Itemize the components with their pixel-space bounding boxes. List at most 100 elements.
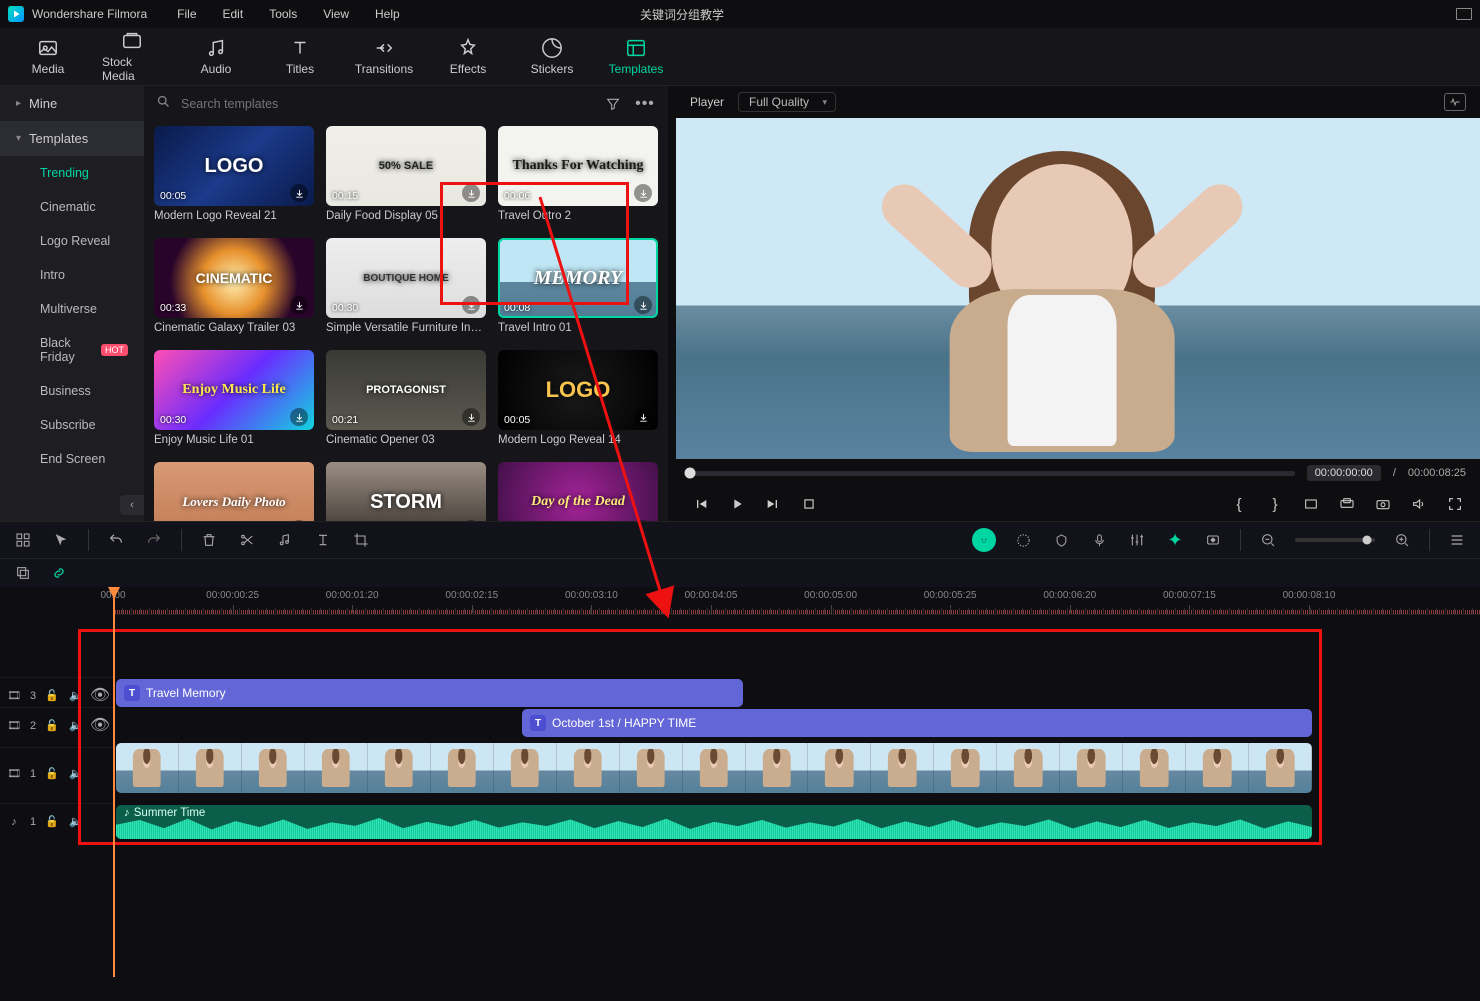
audio-edit-button[interactable] xyxy=(274,529,296,551)
fullscreen-button[interactable] xyxy=(1444,493,1466,515)
mixer-button[interactable] xyxy=(1126,529,1148,551)
redo-button[interactable] xyxy=(143,529,165,551)
mark-out-button[interactable]: } xyxy=(1264,493,1286,515)
template-card[interactable]: CINEMATIC00:33Cinematic Galaxy Trailer 0… xyxy=(154,238,314,344)
cat-end-screen[interactable]: End Screen xyxy=(0,442,144,476)
template-thumb[interactable]: CINEMATIC00:33 xyxy=(154,238,314,318)
text-edit-button[interactable] xyxy=(312,529,334,551)
preview-viewport[interactable] xyxy=(676,118,1480,459)
cat-multiverse[interactable]: Multiverse xyxy=(0,292,144,326)
template-card[interactable]: Enjoy Music Life00:30Enjoy Music Life 01 xyxy=(154,350,314,456)
template-thumb[interactable]: STORM00:29 xyxy=(326,462,486,521)
template-thumb[interactable]: LOGO00:05 xyxy=(498,350,658,430)
crop-button[interactable] xyxy=(350,529,372,551)
template-card[interactable]: PROTAGONIST00:21Cinematic Opener 03 xyxy=(326,350,486,456)
eye-v2[interactable]: 👁 xyxy=(88,707,112,743)
download-icon[interactable] xyxy=(290,408,308,426)
time-ruler[interactable]: 00:0000:00:00:2500:00:01:2000:00:02:1500… xyxy=(113,587,1480,615)
lock-icon[interactable]: 🔓 xyxy=(44,766,60,782)
cat-subscribe[interactable]: Subscribe xyxy=(0,408,144,442)
marker-button[interactable] xyxy=(1050,529,1072,551)
template-thumb[interactable]: BOUTIQUE HOME00:30 xyxy=(326,238,486,318)
template-thumb[interactable]: MEMORY00:08 xyxy=(498,238,658,318)
mute-icon[interactable]: 🔈 xyxy=(68,814,84,830)
zoom-knob[interactable] xyxy=(1363,536,1372,545)
progress-track[interactable] xyxy=(690,471,1295,476)
progress-knob[interactable] xyxy=(685,468,696,479)
track-ctrl-a1[interactable]: ♪1 🔓 🔈 xyxy=(0,803,113,839)
quality-dropdown[interactable]: Full Quality xyxy=(738,92,836,112)
template-card[interactable]: Lovers Daily Photo00:12 xyxy=(154,462,314,521)
mute-icon[interactable]: 🔈 xyxy=(68,718,84,734)
camera-icon[interactable] xyxy=(1372,493,1394,515)
play-button[interactable] xyxy=(726,493,748,515)
cat-intro[interactable]: Intro xyxy=(0,258,144,292)
download-icon[interactable] xyxy=(462,184,480,202)
side-templates[interactable]: Templates xyxy=(0,121,144,156)
title-clip-2[interactable]: T October 1st / HAPPY TIME xyxy=(522,709,1312,737)
cat-trending[interactable]: Trending xyxy=(0,156,144,190)
tab-audio[interactable]: Audio xyxy=(186,37,246,76)
undo-button[interactable] xyxy=(105,529,127,551)
download-icon[interactable] xyxy=(290,296,308,314)
tab-effects[interactable]: Effects xyxy=(438,37,498,76)
tab-templates[interactable]: Templates xyxy=(606,37,666,76)
template-thumb[interactable]: Day of the Dead00:30 xyxy=(498,462,658,521)
cat-logo-reveal[interactable]: Logo Reveal xyxy=(0,224,144,258)
download-icon[interactable] xyxy=(634,408,652,426)
next-button[interactable] xyxy=(762,493,784,515)
track-ctrl-v1[interactable]: 🎞1 🔓 🔈 xyxy=(0,747,113,799)
mute-icon[interactable]: 🔈 xyxy=(68,766,84,782)
playhead[interactable] xyxy=(113,587,115,977)
video-clip[interactable] xyxy=(116,743,1312,793)
tab-stock-media[interactable]: Stock Media xyxy=(102,30,162,83)
stop-button[interactable] xyxy=(798,493,820,515)
ai-button[interactable] xyxy=(972,528,996,552)
template-card[interactable]: LOGO00:05Modern Logo Reveal 14 xyxy=(498,350,658,456)
timeline[interactable]: 00:0000:00:00:2500:00:01:2000:00:02:1500… xyxy=(0,587,1480,977)
more-button[interactable]: ••• xyxy=(634,93,656,115)
cat-business[interactable]: Business xyxy=(0,374,144,408)
download-icon[interactable] xyxy=(462,296,480,314)
lock-icon[interactable]: 🔓 xyxy=(44,814,60,830)
template-card[interactable]: STORM00:29 xyxy=(326,462,486,521)
tab-titles[interactable]: Titles xyxy=(270,37,330,76)
cat-cinematic[interactable]: Cinematic xyxy=(0,190,144,224)
menu-file[interactable]: File xyxy=(177,7,196,21)
delete-button[interactable] xyxy=(198,529,220,551)
prev-button[interactable] xyxy=(690,493,712,515)
side-mine[interactable]: Mine xyxy=(0,86,144,121)
template-thumb[interactable]: LOGO00:05 xyxy=(154,126,314,206)
cat-black-friday[interactable]: Black FridayHOT xyxy=(0,326,144,374)
aspect-button[interactable] xyxy=(1300,493,1322,515)
template-card[interactable]: BOUTIQUE HOME00:30Simple Versatile Furni… xyxy=(326,238,486,344)
menu-help[interactable]: Help xyxy=(375,7,400,21)
snapshot-button[interactable] xyxy=(1444,93,1466,111)
download-icon[interactable] xyxy=(290,184,308,202)
menu-tools[interactable]: Tools xyxy=(269,7,297,21)
audio-clip[interactable]: ♪Summer Time xyxy=(116,805,1312,839)
modules-button[interactable] xyxy=(12,529,34,551)
template-card[interactable]: Day of the Dead00:30 xyxy=(498,462,658,521)
search-input[interactable] xyxy=(181,97,592,111)
select-tool[interactable] xyxy=(50,529,72,551)
template-card[interactable]: MEMORY00:08Travel Intro 01 xyxy=(498,238,658,344)
lock-icon[interactable]: 🔓 xyxy=(44,718,60,734)
filter-button[interactable] xyxy=(602,93,624,115)
zoom-slider[interactable] xyxy=(1295,538,1375,542)
menu-edit[interactable]: Edit xyxy=(223,7,244,21)
template-card[interactable]: LOGO00:05Modern Logo Reveal 21 xyxy=(154,126,314,232)
link-button[interactable] xyxy=(48,562,70,584)
template-thumb[interactable]: Thanks For Watching00:06 xyxy=(498,126,658,206)
title-clip-1[interactable]: T Travel Memory xyxy=(116,679,743,707)
magnetic-button[interactable]: ✦ xyxy=(1164,529,1186,551)
split-button[interactable] xyxy=(236,529,258,551)
template-thumb[interactable]: Enjoy Music Life00:30 xyxy=(154,350,314,430)
volume-button[interactable] xyxy=(1408,493,1430,515)
collapse-sidebar-button[interactable]: ‹ xyxy=(120,495,144,515)
download-icon[interactable] xyxy=(634,184,652,202)
layers-button[interactable] xyxy=(12,562,34,584)
template-card[interactable]: Thanks For Watching00:06Travel Outro 2 xyxy=(498,126,658,232)
menu-view[interactable]: View xyxy=(323,7,349,21)
track-options-button[interactable] xyxy=(1446,529,1468,551)
